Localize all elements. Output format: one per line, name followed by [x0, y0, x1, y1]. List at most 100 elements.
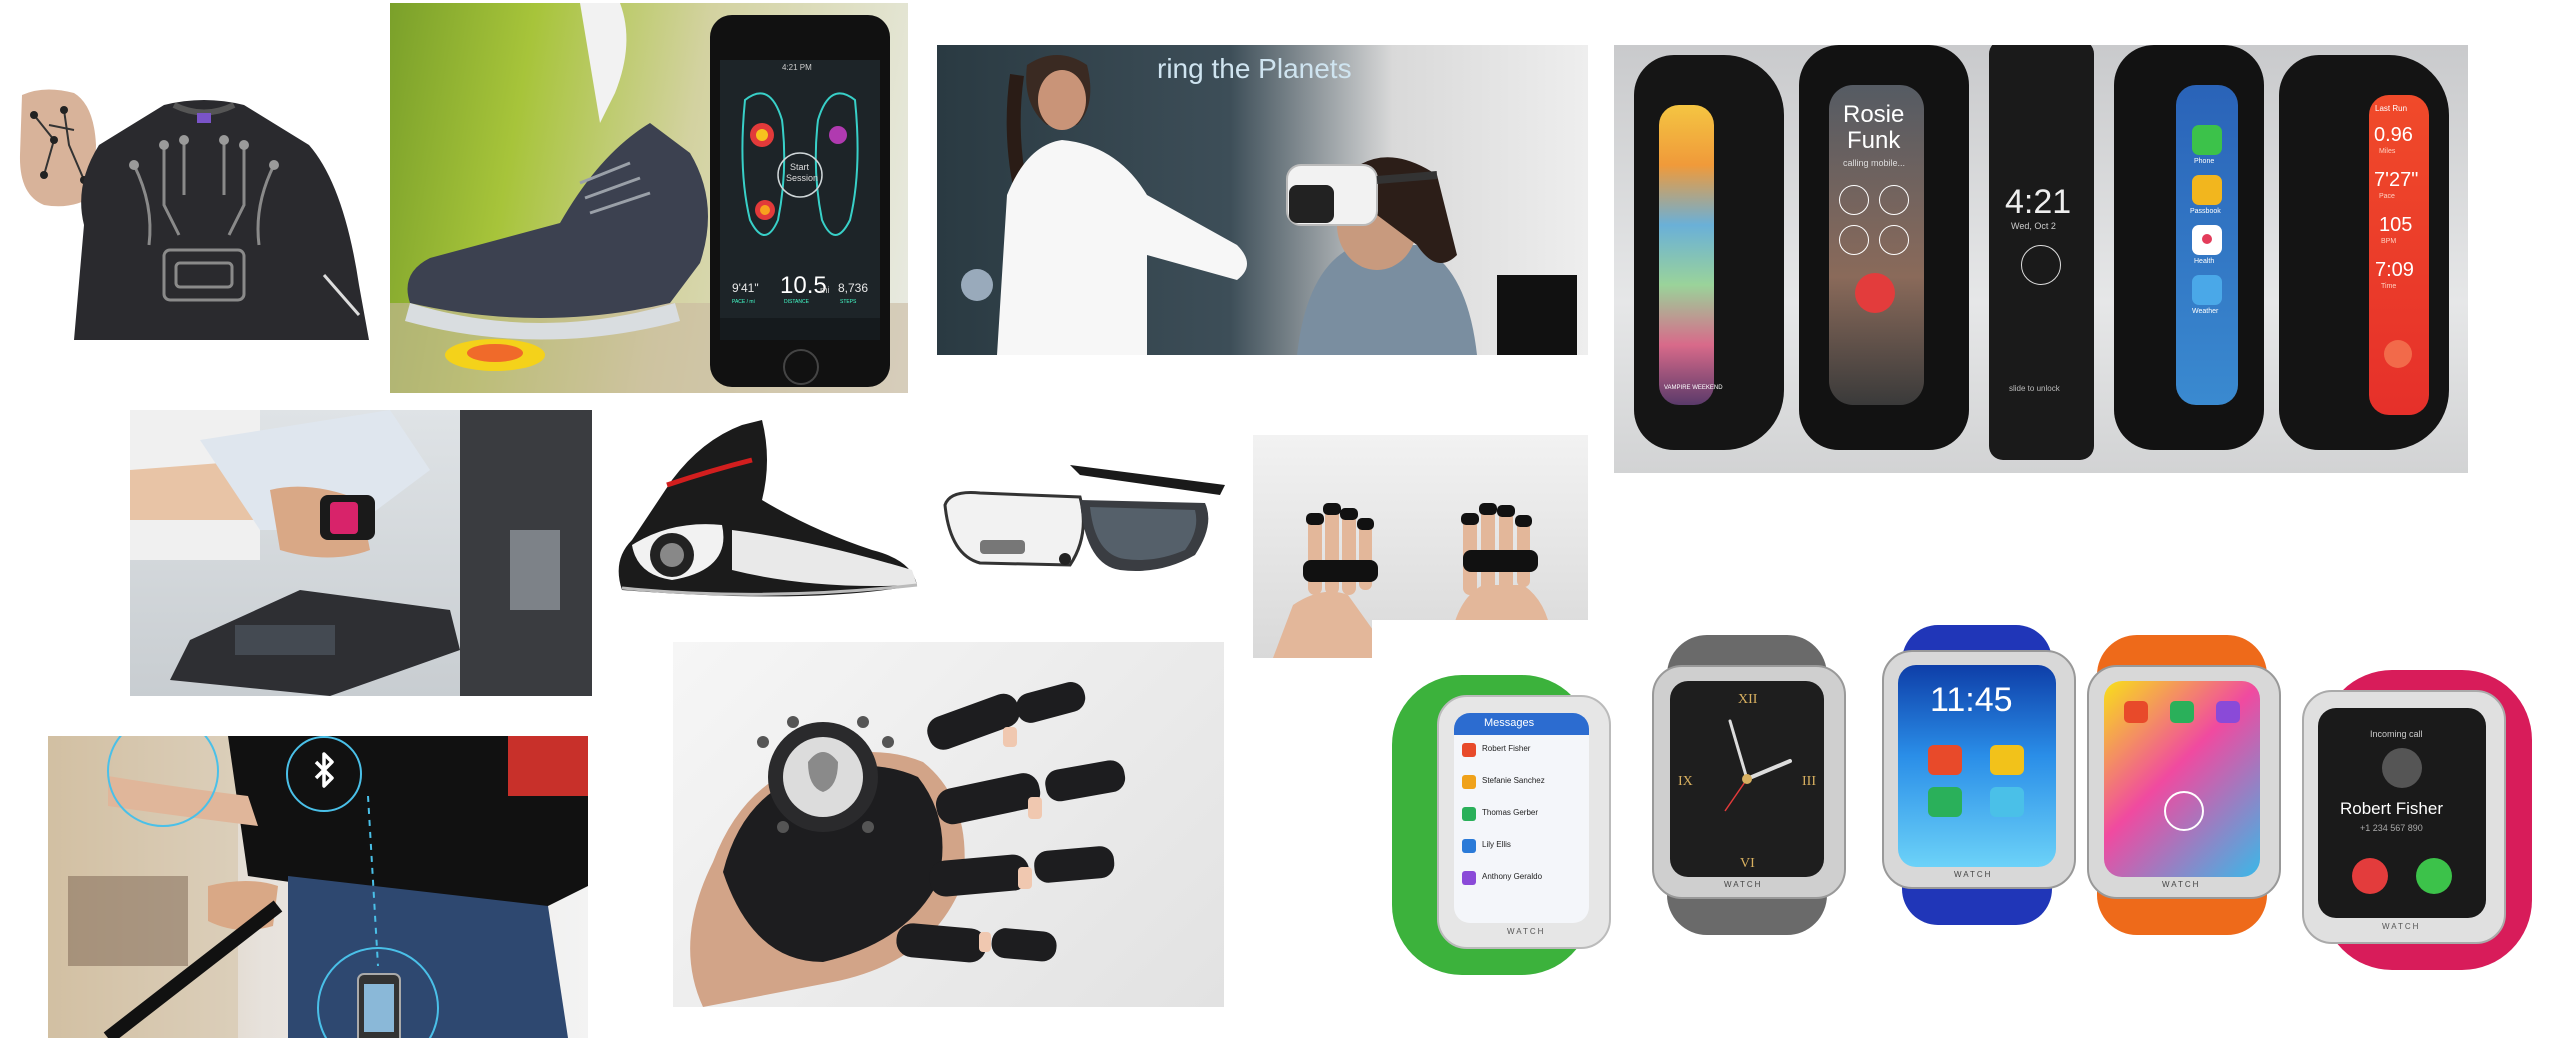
app-icon-weather[interactable] — [2192, 275, 2222, 305]
start-session-label-2: Session — [786, 173, 819, 183]
watch-orange-app-1[interactable] — [2124, 701, 2148, 723]
run-stat-time-label: Time — [2381, 283, 2397, 290]
run-stat-bpm-label: BPM — [2381, 238, 2397, 245]
watch-pink: Incoming call Robert Fisher +1 234 567 8… — [2302, 670, 2532, 970]
caller-name: Robert Fisher — [2340, 799, 2443, 818]
band-clock-time: 4:21 — [2005, 183, 2072, 221]
panel-robotic-glove — [673, 642, 1224, 1007]
stat-main-unit: mi — [820, 285, 830, 295]
stat-mid-caption: DISTANCE — [784, 299, 809, 305]
watch-blue-screen: 11:45 — [1898, 665, 2056, 867]
vr-scene-illustration — [961, 55, 1577, 355]
panel-smart-shirt — [14, 85, 374, 340]
mute-button[interactable] — [1839, 185, 1869, 215]
phone-home-button — [783, 349, 819, 385]
watch-app-1[interactable] — [1928, 745, 1962, 775]
app-label-weather: Weather — [2192, 308, 2219, 315]
analog-clock-face: XII III VI IX — [1678, 692, 1816, 871]
watch-gray-screen: XII III VI IX — [1670, 681, 1824, 877]
panel-curved-smart-bands: VAMPIRE WEEKEND Rosie Funk calling mobil… — [1614, 45, 2468, 473]
watch-orange-app-3[interactable] — [2216, 701, 2240, 723]
message-row-5[interactable]: Anthony Geraldo — [1482, 873, 1542, 881]
caller-number: +1 234 567 890 — [2360, 823, 2423, 833]
panel-vr-headset: ring the Planets — [937, 45, 1588, 355]
stat-right-value: 8,736 — [838, 281, 869, 295]
message-row-1[interactable]: Robert Fisher — [1482, 745, 1530, 753]
mic-icon[interactable] — [2021, 245, 2061, 285]
svg-text:VI: VI — [1740, 856, 1755, 871]
watch-green-screen: Messages Robert Fisher Stefanie Sanchez … — [1454, 713, 1589, 923]
caller-status: Incoming call — [2370, 729, 2423, 739]
band-lock-screen: 4:21 Wed, Oct 2 slide to unlock — [1989, 45, 2094, 460]
messages-title: Messages — [1484, 717, 1535, 729]
watch-gray-brand: WATCH — [1724, 880, 1763, 889]
slide-to-unlock: slide to unlock — [2009, 384, 2060, 393]
smart-shoe-illustration — [618, 420, 918, 597]
caller-last-name: Funk — [1847, 127, 1901, 154]
svg-text:XII: XII — [1738, 692, 1758, 707]
bluetooth-icon — [286, 736, 362, 812]
add-call-button[interactable] — [1879, 225, 1909, 255]
watch-app-3[interactable] — [1928, 787, 1962, 817]
app-tab-bar — [720, 318, 880, 340]
watch-orange-brand: WATCH — [2162, 880, 2201, 889]
watch-orange: WATCH — [2082, 635, 2282, 935]
watch-green: Messages Robert Fisher Stefanie Sanchez … — [1392, 675, 1611, 975]
watch-orange-play-icon[interactable] — [2164, 791, 2204, 831]
run-stat-pace-label: Pace — [2379, 193, 2395, 200]
end-call-button[interactable] — [1855, 273, 1895, 313]
run-stat-time: 7:09 — [2375, 259, 2414, 281]
accept-call-button[interactable] — [2416, 858, 2452, 894]
watch-pink-brand: WATCH — [2382, 922, 2421, 931]
message-row-4[interactable]: Lily Ellis — [1482, 841, 1511, 849]
watch-gray: XII III VI IX WATCH — [1652, 635, 1846, 935]
keypad-button[interactable] — [1879, 185, 1909, 215]
wrist-payment-illustration — [130, 410, 592, 696]
message-row-2[interactable]: Stefanie Sanchez — [1482, 777, 1545, 785]
watch-app-2[interactable] — [1990, 745, 2024, 775]
app-icon-passbook[interactable] — [2192, 175, 2222, 205]
app-label-passbook: Passbook — [2190, 208, 2221, 215]
app-icon-phone[interactable] — [2192, 125, 2222, 155]
watch-blue-time: 11:45 — [1930, 681, 2013, 719]
run-title: Last Run — [2375, 104, 2408, 113]
heart-icon — [2202, 234, 2212, 244]
band-incoming-call: Rosie Funk calling mobile... — [1799, 45, 1969, 450]
caller-subtitle: calling mobile... — [1843, 158, 1906, 168]
run-stat-bpm: 105 — [2379, 214, 2413, 236]
message-avatar-4 — [1462, 839, 1476, 853]
panel-bluetooth-cane — [48, 736, 588, 1038]
message-avatar-5 — [1462, 871, 1476, 885]
band-call-screen: Rosie Funk calling mobile... — [1829, 85, 1924, 405]
runner-icon[interactable] — [2384, 340, 2412, 368]
band-gallery: VAMPIRE WEEKEND — [1634, 55, 1784, 450]
app-label-phone: Phone — [2194, 158, 2215, 165]
watch-green-brand: WATCH — [1507, 927, 1546, 936]
caller-first-name: Rosie — [1843, 101, 1905, 128]
run-stat-pace: 7'27" — [2374, 169, 2419, 191]
panel-smart-shoe — [612, 420, 922, 605]
message-avatar-1 — [1462, 743, 1476, 757]
svg-text:IX: IX — [1678, 774, 1693, 789]
panel-smartwatches: Messages Robert Fisher Stefanie Sanchez … — [1372, 620, 2552, 1038]
smart-glasses-illustration — [943, 465, 1225, 571]
svg-text:III: III — [1802, 774, 1816, 789]
watch-orange-app-2[interactable] — [2170, 701, 2194, 723]
start-session-label-1: Start — [790, 162, 810, 172]
message-row-3[interactable]: Thomas Gerber — [1482, 809, 1538, 817]
panel-smart-glasses — [940, 455, 1230, 595]
smart-shirt-illustration — [19, 89, 369, 340]
phone-screen: 4:21 PM Start Session 9'41" 10.5 mi 8,73… — [720, 60, 880, 340]
run-stat-miles-label: Miles — [2379, 148, 2396, 155]
decline-call-button[interactable] — [2352, 858, 2388, 894]
watch-blue: 11:45 WATCH — [1882, 625, 2076, 925]
watch-blue-brand: WATCH — [1954, 870, 1993, 879]
contacts-button[interactable] — [1839, 225, 1869, 255]
band-run-stats: Last Run 0.96 Miles 7'27" Pace 105 BPM 7… — [2279, 55, 2449, 450]
message-avatar-3 — [1462, 807, 1476, 821]
band-gallery-screen — [1659, 105, 1714, 405]
robotic-glove-illustration — [690, 682, 1126, 1007]
run-stat-miles: 0.96 — [2374, 124, 2413, 146]
vampire-weekend-label: VAMPIRE WEEKEND — [1664, 385, 1723, 391]
watch-app-4[interactable] — [1990, 787, 2024, 817]
